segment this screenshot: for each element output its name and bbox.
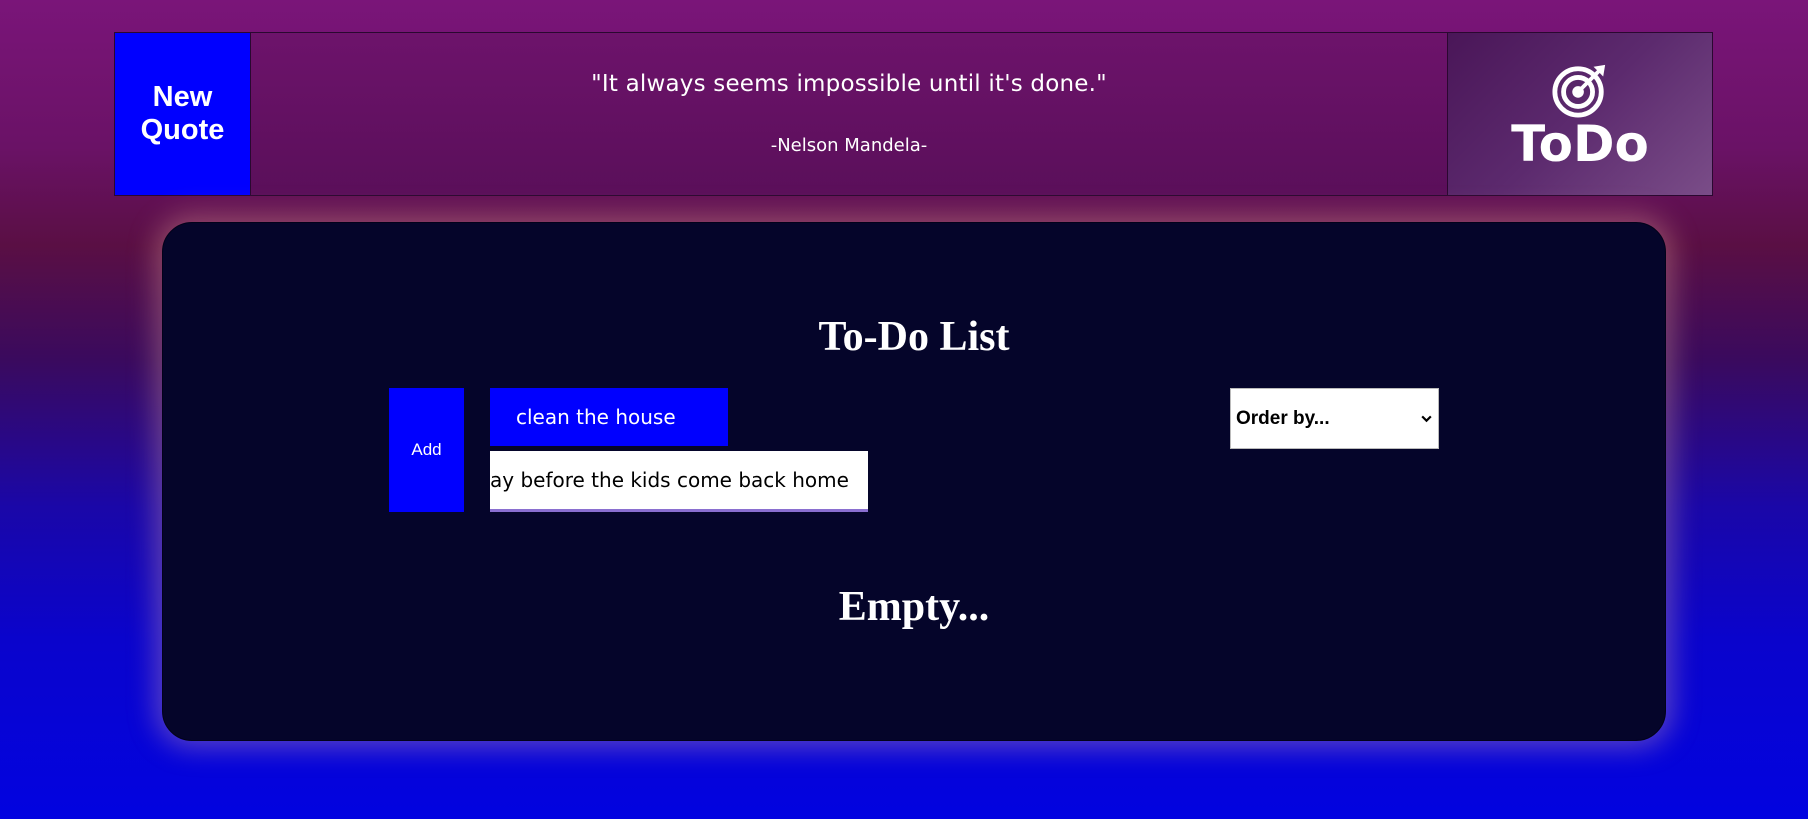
empty-message: Empty... bbox=[838, 584, 990, 630]
quote-author: -Nelson Mandela- bbox=[770, 135, 928, 156]
brand-name: ToDo bbox=[1511, 115, 1649, 173]
quote-text: "It always seems impossible until it's d… bbox=[591, 71, 1107, 97]
task-description-value: ay before the kids come back home bbox=[490, 468, 849, 492]
header-bar: New Quote "It always seems impossible un… bbox=[114, 32, 1713, 196]
target-arrow-icon bbox=[1552, 64, 1606, 118]
task-title-value: clean the house bbox=[516, 405, 676, 429]
task-description-input[interactable]: ay before the kids come back home bbox=[490, 451, 868, 512]
add-button[interactable]: Add bbox=[389, 388, 464, 512]
page-title: To-Do List bbox=[818, 314, 1010, 360]
order-by-select[interactable]: Order by... bbox=[1230, 388, 1439, 449]
new-quote-button[interactable]: New Quote bbox=[115, 33, 251, 195]
quote-area: "It always seems impossible until it's d… bbox=[251, 33, 1447, 195]
order-by-selected: Order by... bbox=[1236, 407, 1330, 429]
brand-logo: ToDo bbox=[1447, 33, 1712, 195]
task-title-input[interactable]: clean the house bbox=[490, 388, 728, 446]
chevron-down-icon bbox=[1421, 415, 1432, 423]
todo-card: To-Do List Add clean the house ay before… bbox=[162, 222, 1666, 741]
